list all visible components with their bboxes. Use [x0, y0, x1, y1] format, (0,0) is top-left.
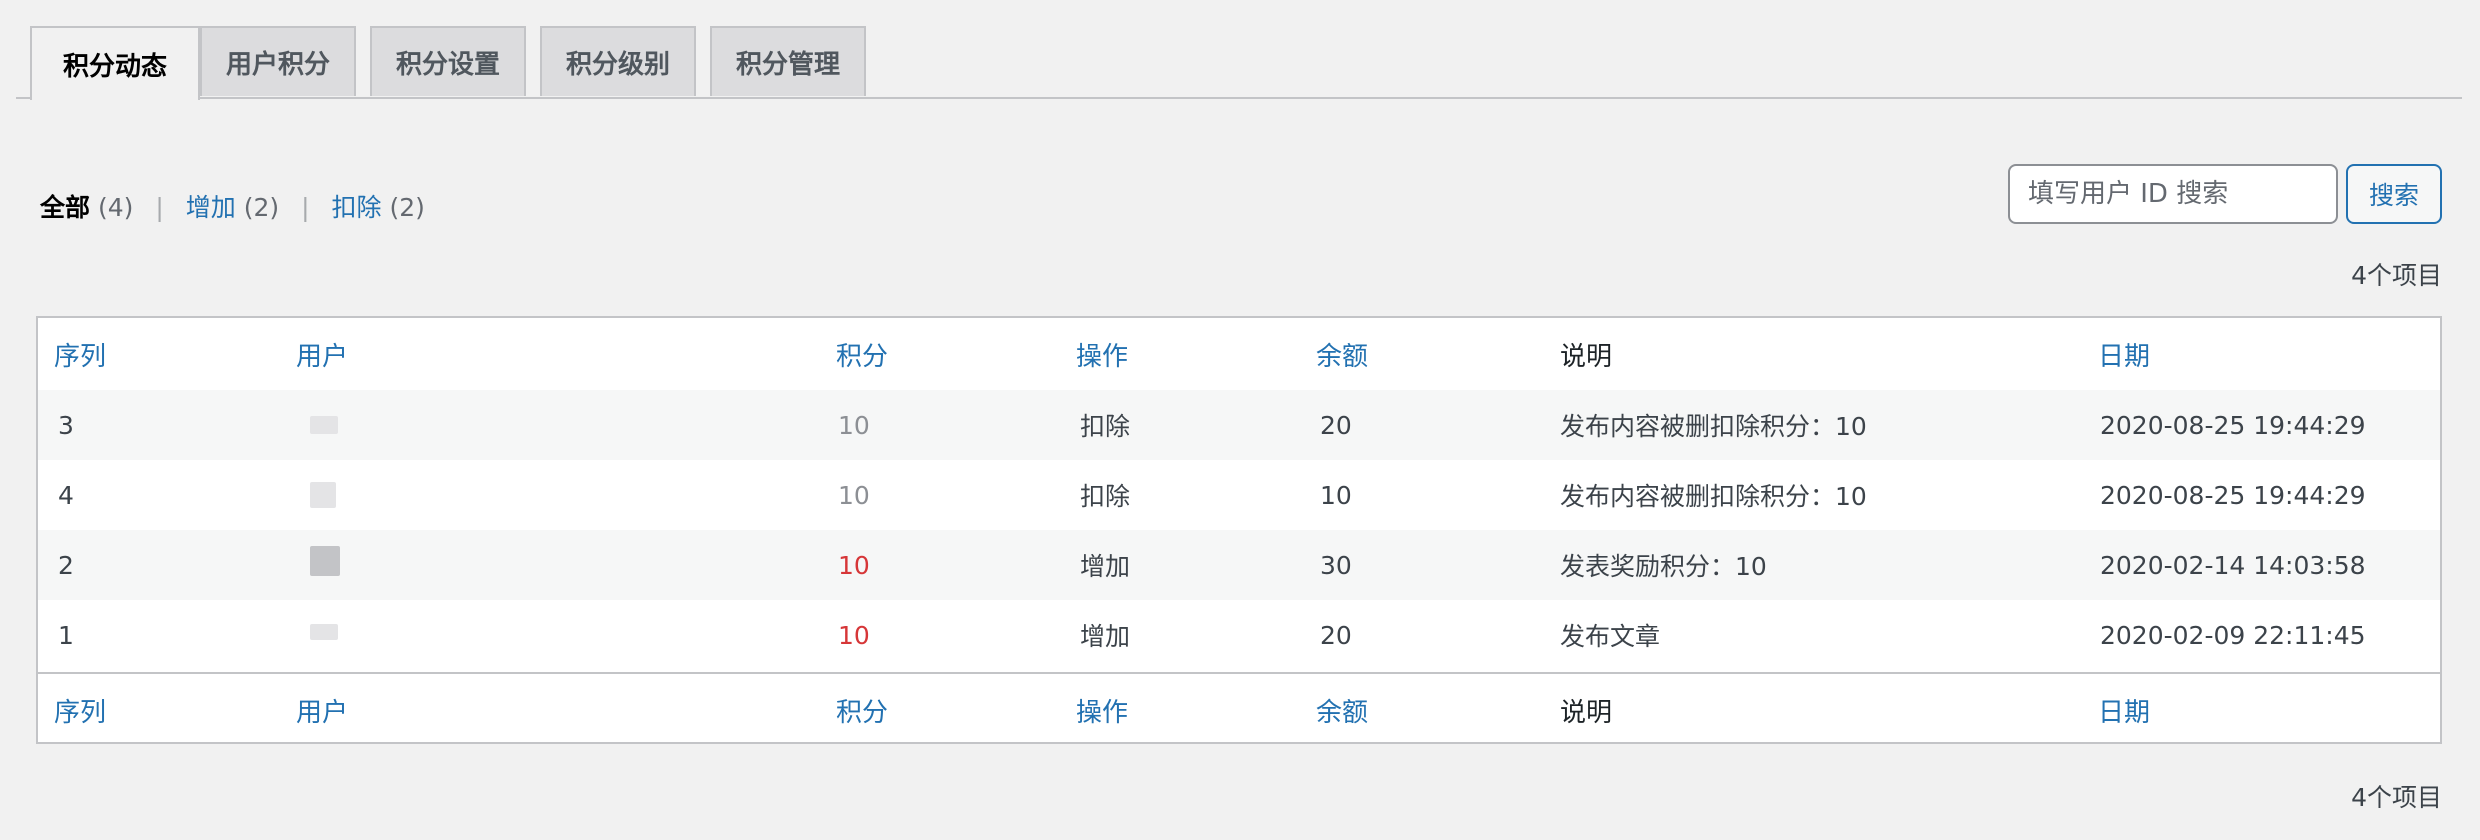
user-avatar: [310, 546, 340, 576]
points-log-table: 序列 用户 积分 操作 余额 说明 日期 3 10 扣除 20 发布内容被删扣除…: [36, 316, 2442, 744]
cell-date: 2020-08-25 19:44:29: [2100, 410, 2366, 440]
column-footer-user[interactable]: 用户: [296, 674, 348, 746]
table-row: 3 10 扣除 20 发布内容被删扣除积分：10 2020-08-25 19:4…: [38, 390, 2440, 460]
filter-add-count: (2): [243, 193, 280, 222]
filter-separator: |: [155, 193, 164, 222]
user-avatar: [310, 482, 336, 508]
filter-all[interactable]: 全部: [40, 193, 90, 222]
filter-deduct-link[interactable]: 扣除: [331, 193, 381, 222]
cell-action: 扣除: [1080, 482, 1131, 511]
cell-date: 2020-02-14 14:03:58: [2100, 550, 2366, 580]
filter-add-link[interactable]: 增加: [186, 193, 236, 222]
column-footer-points[interactable]: 积分: [836, 674, 888, 746]
column-header-points[interactable]: 积分: [836, 318, 888, 390]
cell-balance: 30: [1320, 550, 1352, 580]
cell-id: 1: [58, 620, 74, 650]
cell-points: 10: [838, 410, 870, 440]
cell-note: 发布内容被删扣除积分：10: [1560, 482, 1867, 511]
cell-balance: 20: [1320, 410, 1352, 440]
cell-points: 10: [838, 550, 870, 580]
tab-points-management[interactable]: 积分管理: [710, 26, 866, 96]
search-button[interactable]: 搜索: [2346, 164, 2442, 224]
status-filter-links: 全部 (4) | 增加 (2) | 扣除 (2): [40, 188, 425, 224]
filter-all-count: (4): [97, 193, 134, 222]
cell-points: 10: [838, 620, 870, 650]
filter-deduct-count: (2): [389, 193, 425, 222]
column-header-id[interactable]: 序列: [54, 318, 106, 390]
nav-tab-wrapper: 积分动态 用户积分 积分设置 积分级别 积分管理: [16, 0, 2462, 100]
table-footer-row: 序列 用户 积分 操作 余额 说明 日期: [38, 672, 2440, 746]
table-row: 4 10 扣除 10 发布内容被删扣除积分：10 2020-08-25 19:4…: [38, 460, 2440, 530]
cell-id: 3: [58, 410, 74, 440]
cell-action: 增加: [1080, 552, 1131, 581]
item-count-bottom: 4个项目: [2351, 783, 2442, 812]
cell-note: 发布内容被删扣除积分：10: [1560, 412, 1867, 441]
tab-points-settings[interactable]: 积分设置: [370, 26, 526, 96]
column-footer-date[interactable]: 日期: [2098, 674, 2150, 746]
tab-user-points[interactable]: 用户积分: [200, 26, 356, 96]
table-row: 2 10 增加 30 发表奖励积分：10 2020-02-14 14:03:58: [38, 530, 2440, 600]
column-footer-balance[interactable]: 余额: [1316, 674, 1368, 746]
user-id-search-input[interactable]: [2008, 164, 2338, 224]
table-row: 1 10 增加 20 发布文章 2020-02-09 22:11:45: [38, 600, 2440, 670]
cell-action: 扣除: [1080, 412, 1131, 441]
filter-separator: |: [301, 193, 310, 222]
user-avatar: [310, 624, 338, 640]
cell-balance: 20: [1320, 620, 1352, 650]
column-footer-action[interactable]: 操作: [1076, 674, 1128, 746]
cell-note: 发表奖励积分：10: [1560, 552, 1767, 581]
tab-points-levels[interactable]: 积分级别: [540, 26, 696, 96]
cell-points: 10: [838, 480, 870, 510]
column-footer-id[interactable]: 序列: [54, 674, 106, 746]
item-count-top: 4个项目: [2351, 261, 2442, 290]
column-header-action[interactable]: 操作: [1076, 318, 1128, 390]
table-header-row: 序列 用户 积分 操作 余额 说明 日期: [38, 318, 2440, 392]
cell-note: 发布文章: [1560, 622, 1661, 651]
column-header-note: 说明: [1560, 341, 1613, 372]
tab-points-activity[interactable]: 积分动态: [30, 26, 200, 100]
cell-balance: 10: [1320, 480, 1352, 510]
column-header-date[interactable]: 日期: [2098, 318, 2150, 390]
cell-id: 4: [58, 480, 74, 510]
column-header-user[interactable]: 用户: [296, 318, 348, 390]
cell-action: 增加: [1080, 622, 1131, 651]
column-footer-note: 说明: [1560, 697, 1613, 728]
cell-id: 2: [58, 550, 74, 580]
cell-date: 2020-08-25 19:44:29: [2100, 480, 2366, 510]
column-header-balance[interactable]: 余额: [1316, 318, 1368, 390]
user-avatar: [310, 416, 338, 434]
cell-date: 2020-02-09 22:11:45: [2100, 620, 2366, 650]
